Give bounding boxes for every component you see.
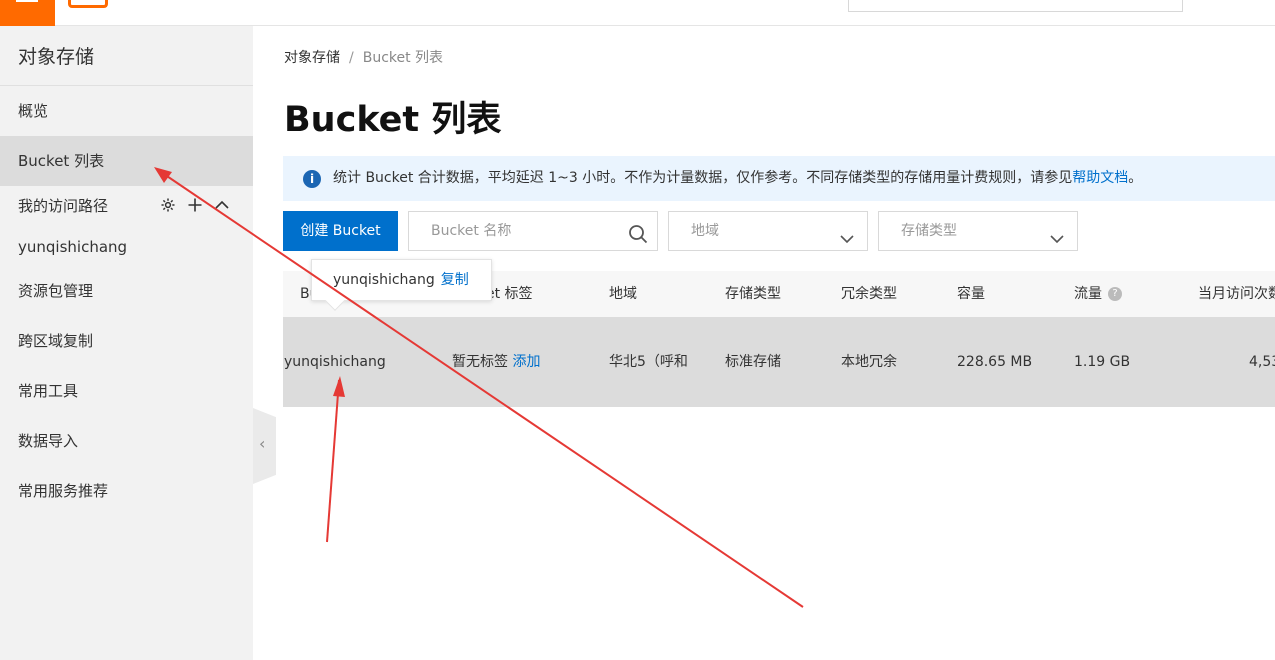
logo[interactable]	[68, 0, 178, 10]
notice-text: 统计 Bucket 合计数据，平均延迟 1~3 小时。不作为计量数据，仅作参考。…	[333, 170, 1073, 186]
chevron-down-icon	[1049, 224, 1065, 244]
info-icon: i	[303, 170, 321, 188]
column-header-redundancy: 冗余类型	[841, 286, 897, 302]
sidebar-item-resource-packs[interactable]: 资源包管理	[0, 266, 253, 316]
help-icon[interactable]: ?	[1108, 287, 1122, 301]
tooltip-text: yunqishichang	[333, 272, 435, 288]
notice-suffix: 。	[1128, 170, 1143, 186]
bucket-name-search-input[interactable]	[431, 223, 611, 239]
info-notice: i 统计 Bucket 合计数据，平均延迟 1~3 小时。不作为计量数据，仅作参…	[283, 156, 1275, 201]
sidebar-group-label: 我的访问路径	[18, 197, 109, 215]
page-title: Bucket 列表	[284, 100, 502, 140]
add-tag-link[interactable]: 添加	[512, 354, 540, 370]
sidebar-title: 对象存储	[0, 26, 253, 86]
chevron-left-icon: ‹	[259, 434, 266, 453]
sidebar-collapse-toggle[interactable]: ‹	[253, 408, 276, 484]
sidebar-item-overview[interactable]: 概览	[0, 86, 253, 136]
global-search-input[interactable]	[848, 0, 1183, 12]
sidebar-group-access-paths[interactable]: 我的访问路径	[0, 186, 253, 226]
breadcrumb-separator: /	[349, 50, 354, 66]
region-select-placeholder: 地域	[691, 223, 719, 239]
column-header-capacity: 容量	[957, 286, 985, 302]
region-select[interactable]: 地域	[668, 211, 868, 251]
sidebar-item-common-tools[interactable]: 常用工具	[0, 366, 253, 416]
column-header-traffic: 流量?	[1074, 271, 1122, 317]
search-icon[interactable]	[628, 221, 648, 244]
breadcrumb: 对象存储 / Bucket 列表	[284, 47, 443, 67]
storage-class-select-placeholder: 存储类型	[901, 223, 957, 239]
sidebar-item-data-import[interactable]: 数据导入	[0, 416, 253, 466]
bucket-search	[408, 211, 658, 251]
gear-icon[interactable]	[159, 197, 177, 215]
chevron-up-icon[interactable]	[213, 197, 231, 215]
bucket-tags-cell: 暂无标签 添加	[452, 317, 540, 407]
sidebar: 对象存储 概览 Bucket 列表 我的访问路径 yunqishichang 资…	[0, 26, 253, 660]
capacity-cell: 228.65 MB	[957, 354, 1033, 370]
menu-button[interactable]	[0, 0, 55, 26]
sidebar-item-cross-region-replication[interactable]: 跨区域复制	[0, 316, 253, 366]
breadcrumb-current: Bucket 列表	[362, 50, 444, 66]
create-bucket-button[interactable]: 创建 Bucket	[283, 211, 398, 251]
sidebar-item-bucket-list[interactable]: Bucket 列表	[0, 136, 253, 186]
column-header-region: 地域	[609, 286, 637, 302]
sidebar-item-recommended-services[interactable]: 常用服务推荐	[0, 466, 253, 516]
traffic-cell: 1.19 GB	[1074, 354, 1131, 370]
plus-icon[interactable]	[186, 197, 204, 215]
region-cell: 华北5（呼和	[609, 354, 688, 370]
monthly-requests-cell: 4,53	[1249, 354, 1275, 370]
bucket-name-tooltip: yunqishichang 复制	[311, 259, 492, 311]
chevron-down-icon	[839, 224, 855, 244]
bucket-tags-empty: 暂无标签	[452, 354, 508, 370]
column-header-storage-class: 存储类型	[725, 286, 781, 302]
storage-class-cell: 标准存储	[725, 354, 781, 370]
copy-link[interactable]: 复制	[441, 272, 469, 288]
breadcrumb-root[interactable]: 对象存储	[284, 50, 340, 66]
logo-mark-icon	[68, 0, 108, 8]
table-row[interactable]: yunqishichang 暂无标签 添加 华北5（呼和 标准存储 本地冗余 2…	[283, 317, 1275, 407]
help-doc-link[interactable]: 帮助文档	[1072, 170, 1128, 186]
hamburger-icon	[16, 0, 38, 2]
sidebar-item-yunqishichang[interactable]: yunqishichang	[0, 222, 253, 272]
column-header-traffic-label: 流量	[1074, 286, 1102, 302]
top-bar	[0, 0, 1275, 26]
redundancy-cell: 本地冗余	[841, 354, 897, 370]
bucket-name-link[interactable]: yunqishichang	[284, 317, 386, 407]
column-header-bucket-tags: et 标签	[486, 286, 533, 302]
storage-class-select[interactable]: 存储类型	[878, 211, 1078, 251]
column-header-monthly-requests: 当月访问次数	[1198, 286, 1275, 302]
